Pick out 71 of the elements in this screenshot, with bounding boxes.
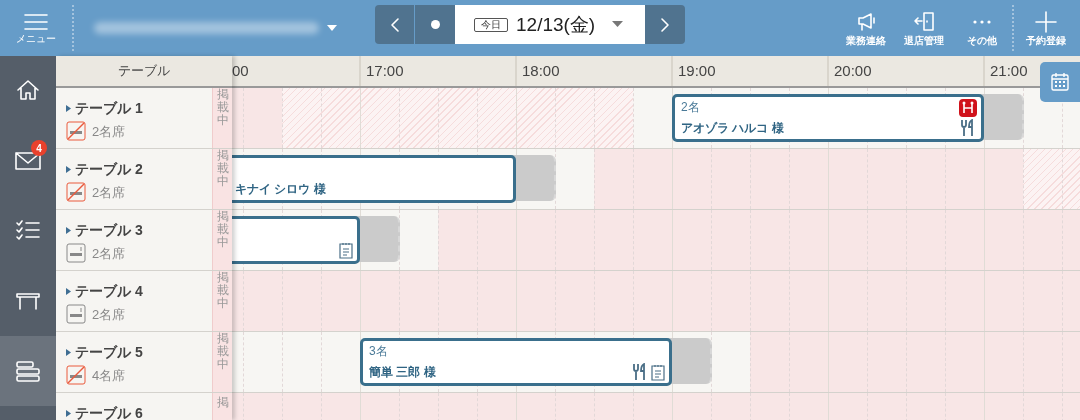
reservation-card[interactable]: 2名 アオゾラ ハルコ 様 <box>672 94 984 142</box>
add-button[interactable]: 予約登録 <box>1020 10 1072 46</box>
hour-label: 20:00 <box>834 63 872 78</box>
hour-label: 18:00 <box>522 63 560 78</box>
table-name: テーブル 3 <box>75 223 143 237</box>
date-text: 12/13(金) <box>516 15 596 34</box>
party-size: 3名 <box>369 345 388 357</box>
column-header: テーブル <box>118 62 170 81</box>
next-day-button[interactable] <box>645 5 685 44</box>
expand-arrow-icon <box>66 287 71 295</box>
listing-status: 掲載中 <box>216 332 229 372</box>
no-smoking-icon <box>66 121 86 141</box>
listing-status: 掲載中 <box>216 210 229 250</box>
memo-icon <box>339 242 353 259</box>
no-smoking-icon <box>66 182 86 202</box>
date-picker[interactable]: 今日 12/13(金) <box>455 5 645 44</box>
megaphone-icon <box>855 10 877 33</box>
reservation-card[interactable]: 3名 簡単 三郎 様 <box>360 338 672 386</box>
table-name: テーブル 2 <box>75 162 143 176</box>
announce-button[interactable]: 業務連絡 <box>840 10 892 46</box>
utensil-badge-icon <box>959 99 977 117</box>
previous-day-button[interactable] <box>375 5 415 44</box>
calendar-icon <box>1050 72 1070 92</box>
party-size: 2名 <box>681 101 700 113</box>
calendar-button[interactable] <box>1040 62 1080 102</box>
reservation-card[interactable]: キナイ シロウ 様 <box>232 155 516 203</box>
table-name: テーブル 1 <box>75 101 143 115</box>
expand-arrow-icon <box>66 348 71 356</box>
plus-icon <box>1035 10 1057 33</box>
caret-icon <box>327 24 337 32</box>
seat-count: 2名席 <box>92 307 126 321</box>
menu-icon <box>23 12 49 32</box>
expand-arrow-icon <box>66 104 71 112</box>
checkout-button[interactable]: 退店管理 <box>898 10 950 46</box>
door-exit-icon <box>913 10 935 33</box>
guest-name: 簡単 三郎 様 <box>369 366 436 378</box>
sidebar-item[interactable] <box>0 336 56 406</box>
chevron-left-icon <box>389 16 400 33</box>
chevron-right-icon <box>660 16 670 33</box>
expand-arrow-icon <box>66 165 71 173</box>
hour-label: 00 <box>232 63 249 78</box>
unread-badge: 4 <box>31 140 47 156</box>
more-icon <box>973 19 991 24</box>
hour-label: 17:00 <box>366 63 404 78</box>
seat-count: 2名席 <box>92 246 126 260</box>
memo-icon <box>651 364 665 381</box>
expand-arrow-icon <box>66 409 71 417</box>
dot-icon <box>430 20 440 29</box>
listing-status: 掲載中 <box>216 88 229 128</box>
today-button[interactable] <box>415 5 455 44</box>
seat-count: 2名席 <box>92 124 126 138</box>
no-smoking-icon <box>66 365 86 385</box>
caret-icon <box>612 21 623 28</box>
table-name: テーブル 6 <box>75 406 143 420</box>
hour-label: 21:00 <box>990 63 1028 78</box>
hour-label: 19:00 <box>678 63 716 78</box>
today-tag: 今日 <box>474 17 508 32</box>
guest-name: キナイ シロウ 様 <box>235 183 326 195</box>
guest-name: アオゾラ ハルコ 様 <box>681 122 784 134</box>
listing-status: 掲 <box>216 396 229 410</box>
table-name: テーブル 4 <box>75 284 143 298</box>
seat-count: 4名席 <box>92 368 126 382</box>
menu-button[interactable]: メニュー <box>0 0 72 56</box>
more-button[interactable]: その他 <box>956 10 1008 46</box>
seat-count: 2名席 <box>92 185 126 199</box>
listing-status: 掲載中 <box>216 149 229 189</box>
table-name: テーブル 5 <box>75 345 143 359</box>
smoking-icon <box>66 243 86 263</box>
smoking-icon <box>66 304 86 324</box>
listing-status: 掲載中 <box>216 271 229 311</box>
expand-arrow-icon <box>66 226 71 234</box>
